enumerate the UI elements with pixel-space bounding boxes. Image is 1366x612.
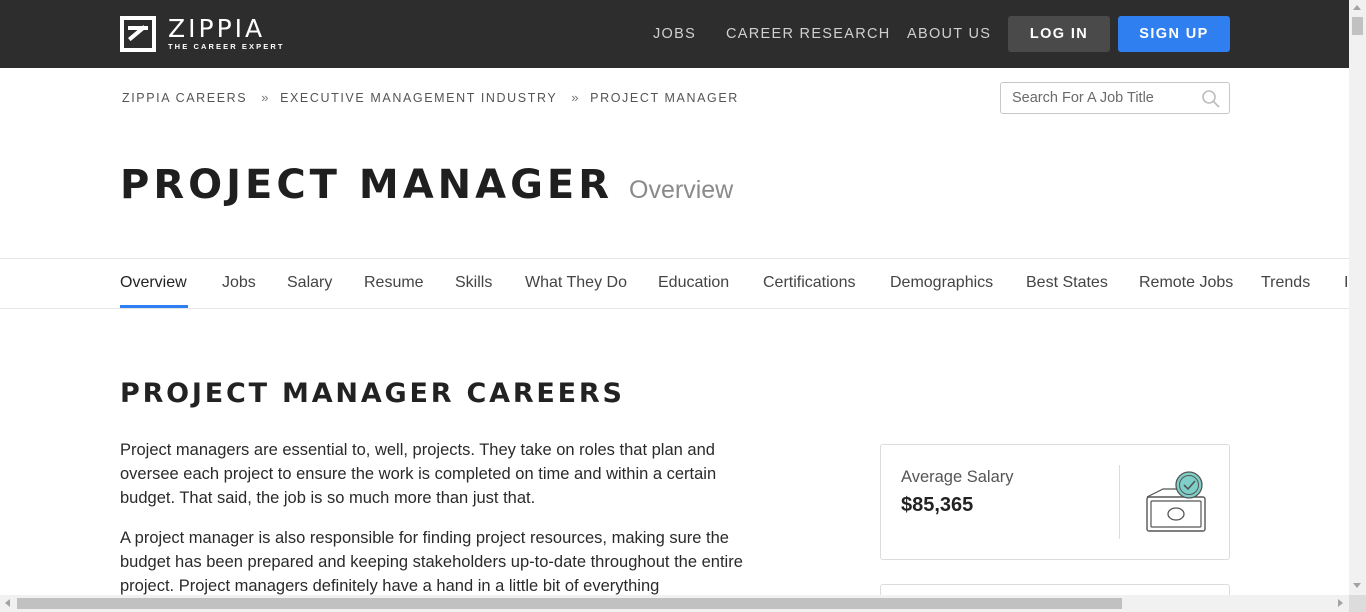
- breadcrumb-separator: »: [571, 90, 581, 105]
- vertical-scroll-thumb[interactable]: [1352, 17, 1363, 35]
- section-title: PROJECT MANAGER CAREERS: [120, 378, 625, 409]
- detail-paragraph: A project manager is also responsible fo…: [120, 529, 743, 595]
- page-subtitle: Overview: [629, 176, 734, 204]
- job-search-box[interactable]: [1000, 82, 1230, 114]
- breadcrumb-current[interactable]: PROJECT MANAGER: [590, 91, 739, 105]
- tab-jobs[interactable]: Jobs: [222, 274, 256, 292]
- average-salary-card[interactable]: Average Salary $85,365: [880, 444, 1230, 560]
- nav-career-research[interactable]: CAREER RESEARCH: [726, 26, 891, 42]
- tab-certifications[interactable]: Certifications: [763, 274, 855, 292]
- tab-salary[interactable]: Salary: [287, 274, 332, 292]
- scroll-right-icon[interactable]: [1338, 599, 1343, 607]
- tab-education[interactable]: Education: [658, 274, 729, 292]
- zippia-logo[interactable]: ZIPPIA THE CAREER EXPERT: [120, 16, 285, 52]
- tab-remote-jobs[interactable]: Remote Jobs: [1139, 274, 1233, 292]
- vertical-scrollbar[interactable]: [1349, 0, 1366, 612]
- logo-tagline: THE CAREER EXPERT: [168, 42, 285, 51]
- horizontal-scroll-thumb[interactable]: [17, 598, 1122, 609]
- breadcrumb-industry[interactable]: EXECUTIVE MANAGEMENT INDUSTRY: [280, 91, 557, 105]
- page-title-row: PROJECT MANAGER Overview: [120, 162, 733, 208]
- page-title: PROJECT MANAGER: [120, 162, 614, 208]
- nav-about-us[interactable]: ABOUT US: [907, 26, 991, 42]
- tab-resume[interactable]: Resume: [364, 274, 424, 292]
- search-icon[interactable]: [1201, 89, 1221, 109]
- average-salary-label: Average Salary: [901, 468, 1014, 486]
- breadcrumb-zippia-careers[interactable]: ZIPPIA CAREERS: [122, 91, 247, 105]
- breadcrumb-separator: »: [261, 90, 271, 105]
- signup-button[interactable]: SIGN UP: [1118, 16, 1230, 52]
- money-coin-icon: [1146, 471, 1206, 532]
- scroll-left-icon[interactable]: [5, 599, 10, 607]
- section-tabs: Overview Jobs Salary Resume Skills What …: [0, 258, 1349, 309]
- scroll-up-icon[interactable]: [1353, 5, 1361, 10]
- tab-trends[interactable]: Trends: [1261, 274, 1310, 292]
- tab-skills[interactable]: Skills: [455, 274, 492, 292]
- intro-paragraph: Project managers are essential to, well,…: [120, 441, 717, 507]
- nav-jobs[interactable]: JOBS: [653, 26, 696, 42]
- logo-mark-icon: [120, 16, 156, 52]
- logo-name: ZIPPIA: [168, 14, 266, 43]
- card-divider: [1119, 465, 1120, 539]
- login-button[interactable]: LOG IN: [1008, 16, 1110, 52]
- active-tab-indicator: [120, 305, 188, 308]
- average-salary-value: $85,365: [901, 494, 974, 516]
- tab-best-states[interactable]: Best States: [1026, 274, 1108, 292]
- tab-overview[interactable]: Overview: [120, 274, 187, 292]
- scrollbar-corner: [1349, 595, 1366, 612]
- tab-demographics[interactable]: Demographics: [890, 274, 993, 292]
- top-navbar: ZIPPIA THE CAREER EXPERT JOBS CAREER RES…: [0, 0, 1349, 68]
- scroll-down-icon[interactable]: [1353, 583, 1361, 588]
- horizontal-scrollbar[interactable]: [0, 595, 1349, 612]
- tab-what-they-do[interactable]: What They Do: [525, 274, 627, 292]
- search-input[interactable]: [1012, 90, 1192, 106]
- breadcrumb: ZIPPIA CAREERS » EXECUTIVE MANAGEMENT IN…: [122, 90, 739, 105]
